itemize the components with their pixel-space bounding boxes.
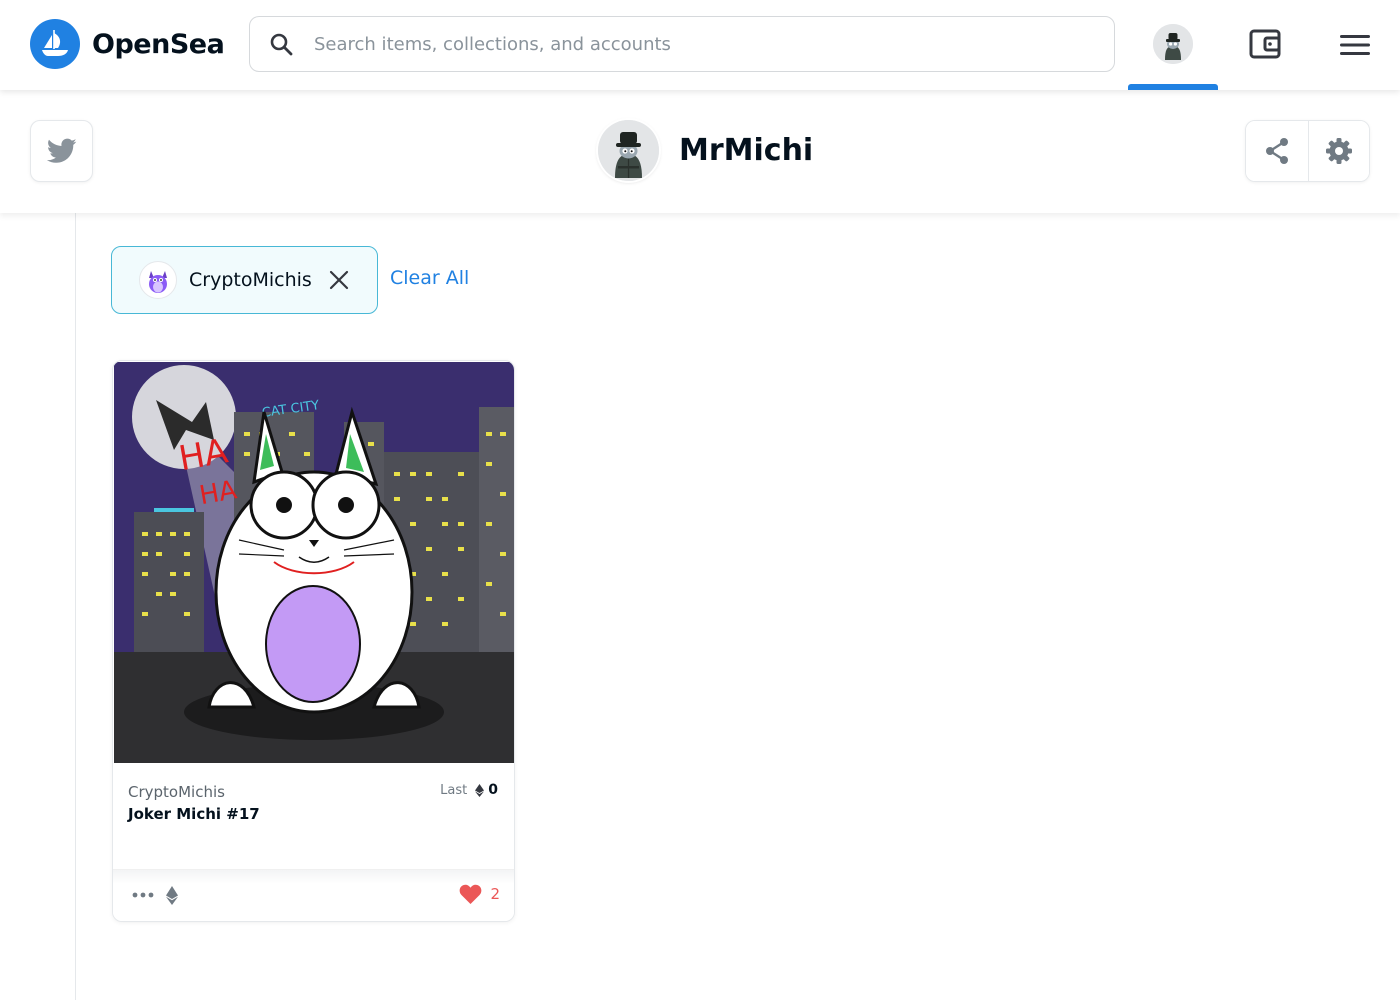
avatar-icon (598, 120, 659, 181)
account-avatar-button[interactable] (1153, 24, 1193, 64)
active-tab-underline (1128, 84, 1218, 90)
asset-title[interactable]: Joker Michi #17 (128, 805, 260, 823)
hamburger-menu-icon (1340, 35, 1370, 55)
avatar-icon (1153, 24, 1193, 64)
opensea-logo-icon (30, 19, 80, 69)
ha-text-2: HA (197, 475, 239, 511)
profile-actions (1245, 120, 1370, 182)
wallet-button[interactable] (1246, 25, 1284, 63)
clear-all-link[interactable]: Clear All (390, 267, 469, 289)
share-button[interactable] (1246, 121, 1308, 181)
asset-card[interactable]: CAT CITY HA HA CryptoMichis Joker Michi … (112, 360, 515, 922)
filter-chip-cryptomichis[interactable]: CryptoMichis (111, 246, 378, 314)
opensea-logo-link[interactable]: OpenSea (30, 19, 225, 69)
twitter-icon (46, 138, 76, 163)
last-price: Last 0 (440, 782, 498, 798)
filter-chip-label: CryptoMichis (189, 269, 312, 291)
menu-button[interactable] (1336, 26, 1374, 64)
heart-icon (460, 884, 482, 904)
top-navbar: OpenSea (0, 0, 1400, 90)
profile-header: MrMichi (0, 90, 1400, 213)
search-input[interactable] (314, 33, 1074, 55)
close-icon[interactable] (328, 269, 350, 291)
cat-icon (149, 271, 167, 293)
like-count: 2 (490, 885, 500, 903)
asset-info: CryptoMichis Joker Michi #17 Last 0 (113, 763, 514, 869)
asset-collection-name[interactable]: CryptoMichis (128, 783, 225, 801)
asset-image: CAT CITY HA HA (114, 362, 514, 763)
wallet-icon (1249, 29, 1281, 59)
search-bar[interactable] (249, 16, 1115, 72)
profile-identity: MrMichi (598, 120, 813, 181)
last-price-value: 0 (488, 782, 498, 798)
search-icon (268, 31, 294, 57)
ha-text-1: HA (176, 431, 231, 479)
ethereum-icon (165, 884, 179, 906)
like-button[interactable]: 2 (459, 884, 500, 904)
brand-name: OpenSea (92, 28, 225, 60)
ethereum-icon (475, 783, 485, 797)
gear-icon (1325, 138, 1352, 164)
asset-footer: 2 (113, 869, 514, 921)
settings-button[interactable] (1307, 121, 1369, 181)
sidebar-divider (75, 213, 76, 1000)
collection-avatar (139, 261, 177, 299)
twitter-button[interactable] (30, 120, 93, 182)
profile-avatar (598, 120, 659, 181)
last-price-label: Last (440, 782, 468, 798)
profile-name: MrMichi (679, 133, 814, 168)
share-icon (1265, 138, 1288, 164)
more-dots-icon[interactable] (131, 888, 155, 902)
